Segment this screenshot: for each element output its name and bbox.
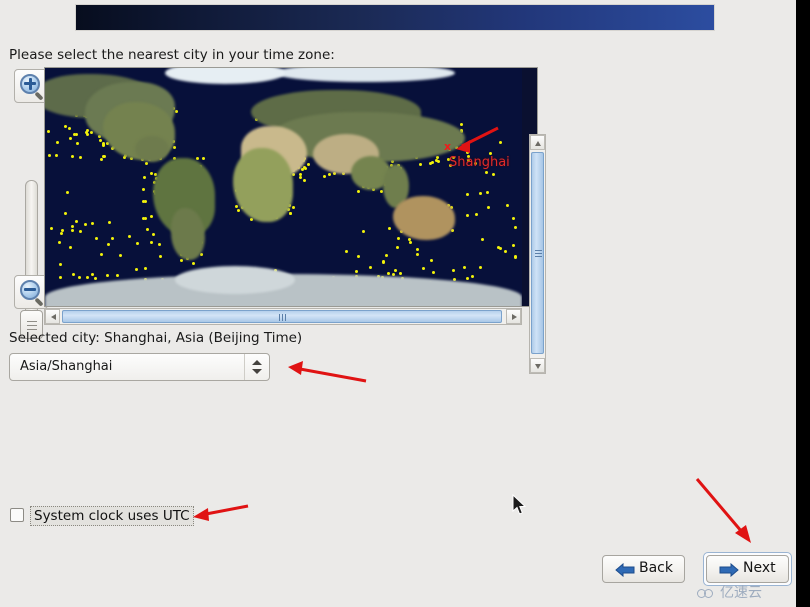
selected-city-marker-icon: x	[444, 140, 452, 153]
cloud-logo-icon	[697, 586, 717, 599]
scroll-left-button[interactable]	[45, 309, 60, 324]
chevron-down-icon	[252, 369, 262, 374]
selected-city-text: Selected city: Shanghai, Asia (Beijing T…	[9, 330, 303, 346]
watermark: 亿速云	[697, 582, 762, 602]
map-vertical-scrollbar[interactable]	[529, 134, 546, 374]
zoom-out-button[interactable]	[14, 275, 48, 309]
arrow-right-icon	[719, 563, 739, 577]
installer-screen: Please select the nearest city in your t…	[0, 0, 810, 607]
annotation-arrow-checkbox	[193, 504, 249, 521]
next-button[interactable]: Next	[706, 555, 789, 583]
selected-city-marker-label: Shanghai	[449, 155, 510, 170]
timezone-select-value: Asia/Shanghai	[20, 359, 113, 374]
map-horizontal-scroll-thumb[interactable]	[62, 310, 502, 323]
header-banner	[75, 4, 715, 31]
back-button[interactable]: Back	[602, 555, 685, 583]
minus-icon	[24, 288, 36, 291]
timezone-select-stepper[interactable]	[244, 354, 269, 380]
world-map[interactable]: x Shanghai	[44, 67, 538, 307]
plus-icon-vertical	[28, 77, 32, 90]
timezone-map-panel: x Shanghai	[8, 67, 546, 374]
map-horizontal-scrollbar[interactable]	[44, 308, 522, 325]
annotation-arrow-dropdown	[288, 361, 367, 383]
utc-checkbox-label[interactable]: System clock uses UTC	[30, 506, 194, 526]
annotation-arrow-next	[695, 478, 751, 543]
zoom-in-button[interactable]	[14, 69, 48, 103]
page-title: Please select the nearest city in your t…	[9, 47, 335, 63]
chevron-up-icon	[252, 360, 262, 365]
scroll-right-button[interactable]	[506, 309, 521, 324]
scroll-up-button[interactable]	[530, 135, 545, 150]
magnifier-handle-icon	[34, 297, 44, 307]
utc-checkbox[interactable]	[10, 508, 24, 522]
world-map-canvas[interactable]: x Shanghai	[45, 68, 522, 306]
magnifier-handle-icon	[34, 91, 44, 101]
arrow-left-icon	[615, 563, 635, 577]
watermark-text: 亿速云	[720, 585, 762, 601]
next-button-label: Next	[743, 560, 776, 576]
right-black-gutter	[796, 0, 810, 607]
back-button-label: Back	[639, 560, 673, 576]
scroll-down-button[interactable]	[530, 358, 545, 373]
timezone-select[interactable]: Asia/Shanghai	[9, 353, 270, 381]
mouse-cursor	[512, 494, 527, 515]
map-vertical-scroll-thumb[interactable]	[531, 152, 544, 354]
